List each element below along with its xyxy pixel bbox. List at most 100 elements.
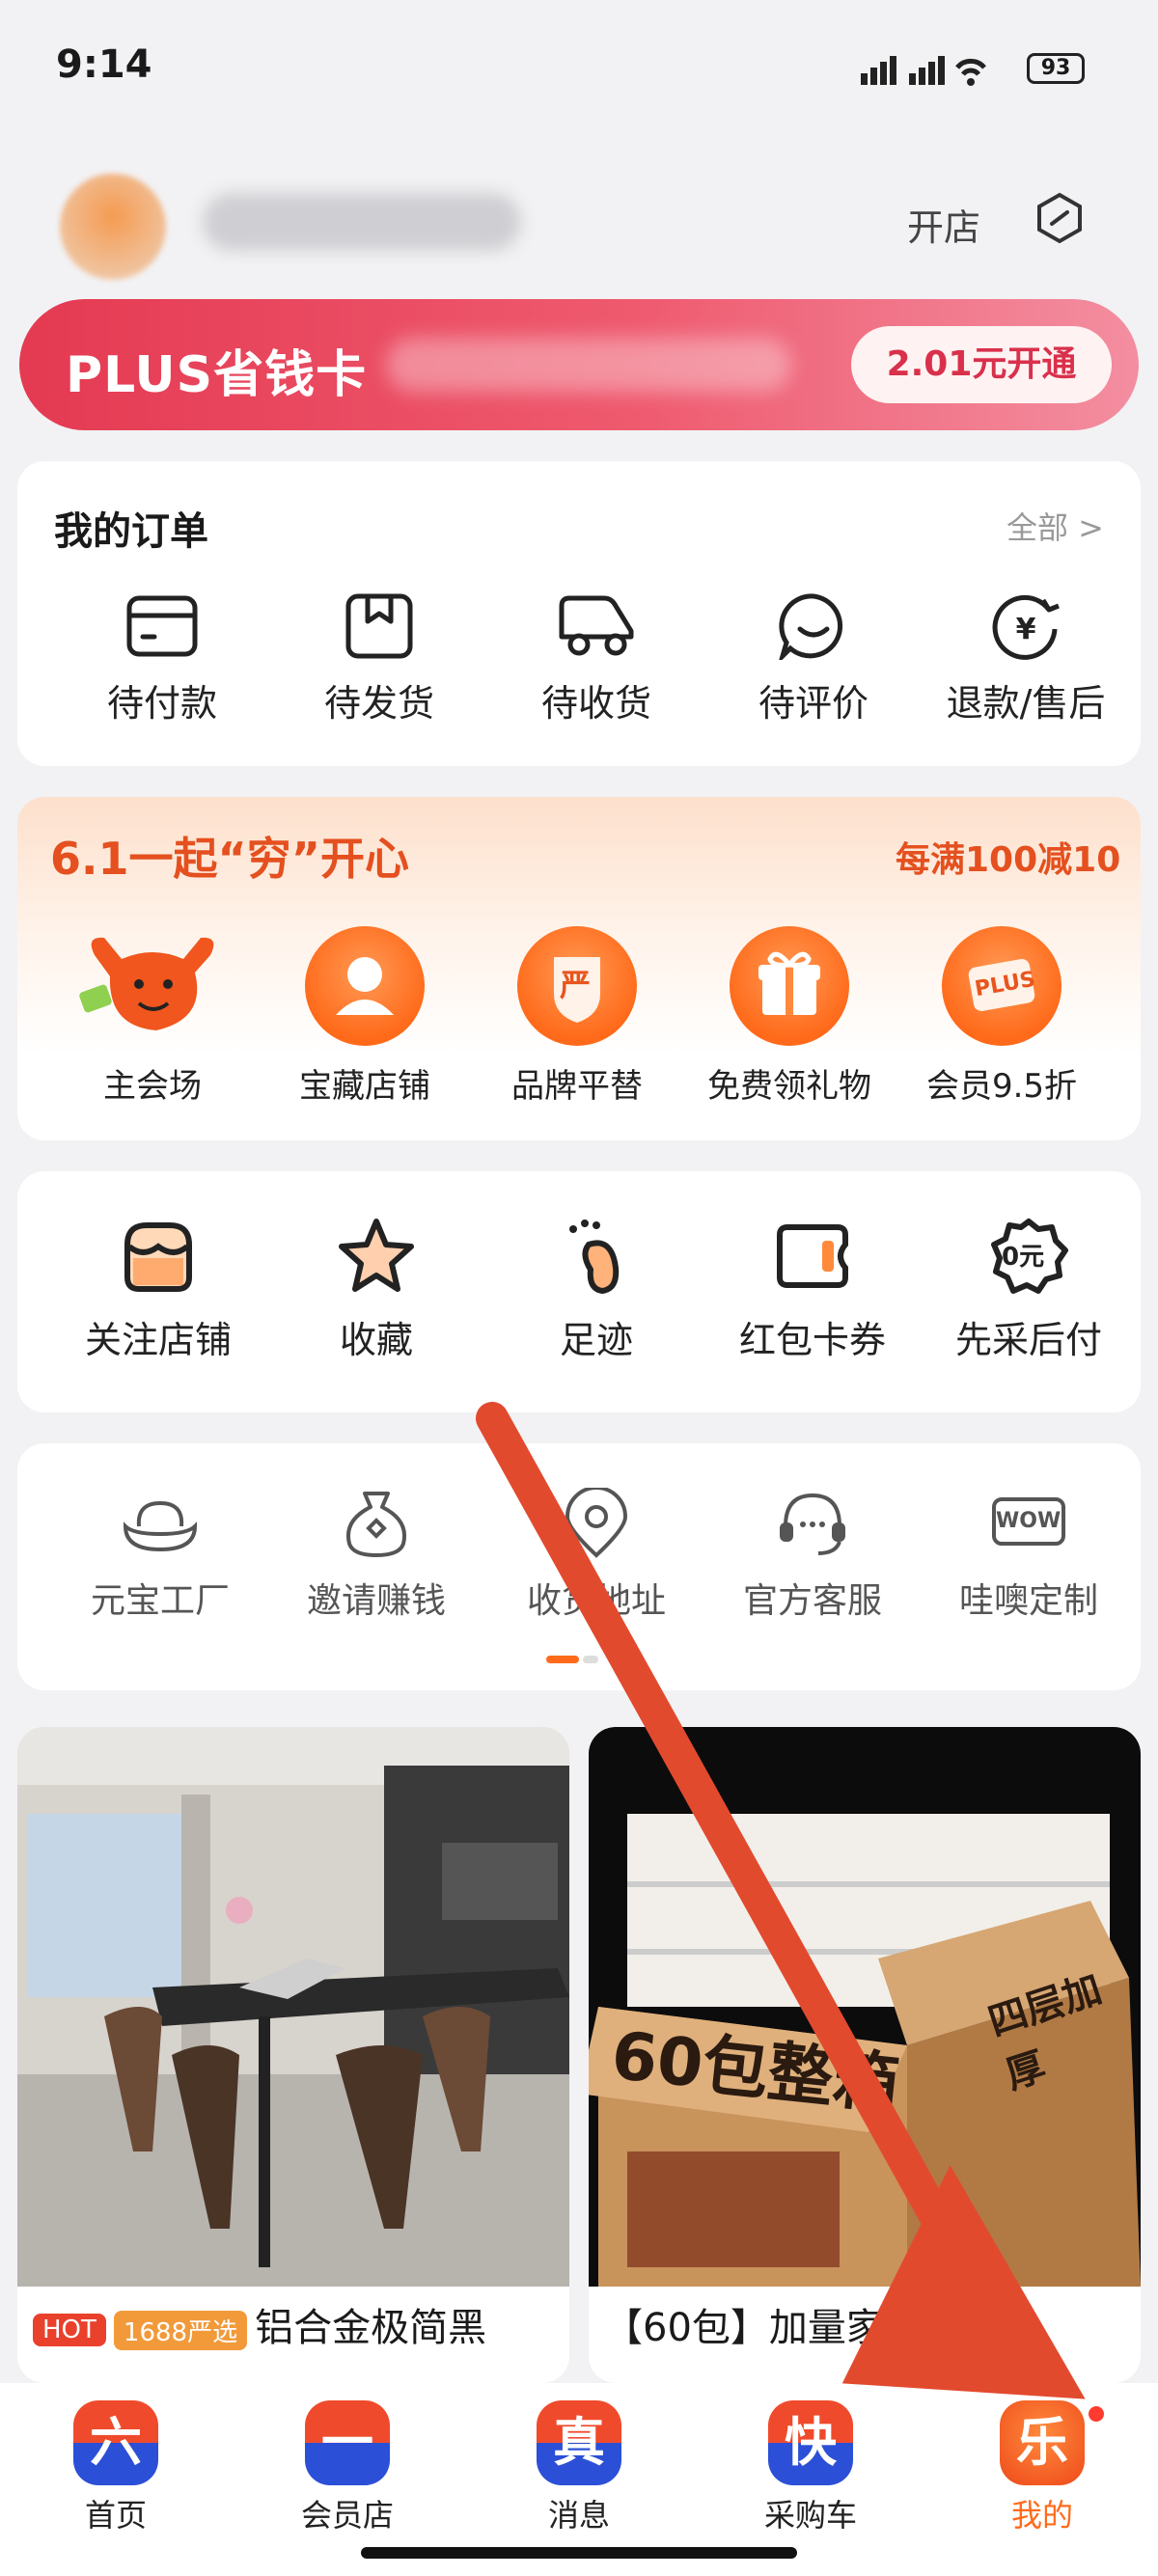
tab-messages[interactable]: 真 消息: [502, 2400, 656, 2535]
product-image-dining-room: [17, 1727, 569, 2287]
tool-followed-shops[interactable]: 关注店铺: [62, 1216, 255, 1363]
promo-label: 会员9.5折: [925, 1067, 1078, 1106]
tool-buy-now-pay-later[interactable]: 0元 先采后付: [932, 1216, 1125, 1363]
order-pending-receipt[interactable]: 待收货: [500, 592, 693, 726]
home-tab-icon: 六: [73, 2400, 158, 2485]
service-label: 收货地址: [526, 1581, 666, 1621]
package-icon: [345, 593, 413, 659]
settings-hex-icon[interactable]: [1033, 191, 1087, 245]
footprint-icon: [569, 1219, 620, 1295]
tab-label: 首页: [84, 2497, 147, 2534]
promo-card[interactable]: 6.1一起“穷”开心 每满100减10 主会场 宝藏店铺 严 品牌平替 免费领礼…: [17, 797, 1141, 1140]
tool-label: 足迹: [559, 1319, 633, 1361]
plus-card-icon: PLUS: [942, 926, 1062, 1046]
zero-yuan-glyph: 0元: [1002, 1243, 1045, 1272]
service-ingot-factory[interactable]: 元宝工厂: [64, 1488, 257, 1623]
tab-label: 会员店: [300, 2497, 394, 2534]
tool-favorites[interactable]: 收藏: [280, 1216, 473, 1363]
tool-coupons[interactable]: 红包卡券: [716, 1216, 909, 1363]
order-pending-review[interactable]: 待评价: [717, 592, 910, 726]
promo-treasure-shop[interactable]: 宝藏店铺: [268, 926, 461, 1107]
wow-glyph: WOW: [996, 1509, 1062, 1533]
shield-glyph: 严: [560, 967, 592, 1003]
tab-label: 消息: [547, 2497, 610, 2534]
order-label: 待付款: [106, 682, 217, 725]
promo-label: 免费领礼物: [707, 1067, 871, 1106]
product-title: 【60包】加量家用面: [604, 2306, 962, 2350]
messages-tab-icon: 真: [537, 2400, 621, 2485]
my-orders-card: 我的订单 全部 > 待付款 待发货 待收货 待评价 ¥ 退款/售后: [17, 461, 1141, 766]
promo-member-discount[interactable]: PLUS 会员9.5折: [905, 926, 1098, 1107]
tab-cart[interactable]: 快 采购车: [733, 2400, 888, 2535]
product-card[interactable]: 60包整箱 四层加厚 【60包】加量家用面: [589, 1727, 1141, 2383]
ingot-icon: [123, 1500, 198, 1552]
product-title: 铝合金极简黑: [255, 2306, 487, 2350]
order-label: 待评价: [758, 682, 868, 725]
promo-brand-alt[interactable]: 严 品牌平替: [481, 926, 674, 1107]
tab-label: 采购车: [763, 2497, 857, 2534]
promo-title: 6.1一起“穷”开心: [50, 833, 409, 885]
star-icon: [339, 1219, 414, 1292]
tab-me[interactable]: 乐 我的: [965, 2400, 1119, 2535]
tool-label: 收藏: [339, 1319, 413, 1361]
username-blurred: [203, 193, 521, 251]
promo-label: 主会场: [103, 1067, 202, 1106]
service-invite-earn[interactable]: 邀请赚钱: [280, 1488, 473, 1623]
order-pending-payment[interactable]: 待付款: [66, 592, 259, 726]
headset-icon: [780, 1493, 845, 1555]
bull-mascot-icon: [79, 937, 214, 1030]
battery-indicator: 93: [1027, 53, 1085, 84]
product-card[interactable]: HOT 1688严选 铝合金极简黑: [17, 1727, 569, 2383]
money-bag-icon: [346, 1492, 406, 1557]
plus-membership-banner[interactable]: PLUS省钱卡 2.01元开通: [19, 299, 1139, 430]
store-icon: [124, 1222, 192, 1292]
refund-yen-icon: ¥: [992, 594, 1060, 660]
plus-banner-title: PLUS省钱卡: [66, 346, 368, 404]
cart-tab-icon: 快: [768, 2400, 853, 2485]
tab-home[interactable]: 六 首页: [39, 2400, 193, 2535]
tool-label: 红包卡券: [738, 1319, 886, 1361]
person-icon: [305, 926, 425, 1046]
service-customer-support[interactable]: 官方客服: [716, 1488, 909, 1623]
promo-discount: 每满100减10: [896, 840, 1121, 880]
home-indicator: [361, 2547, 797, 2559]
status-bar: 9:14 93: [0, 0, 1158, 135]
service-label: 官方客服: [742, 1581, 882, 1621]
promo-label: 宝藏店铺: [299, 1067, 430, 1106]
me-tab-icon: 乐: [1000, 2400, 1085, 2485]
yanxuan-tag: 1688严选: [113, 2310, 248, 2350]
page-indicator-active: [546, 1656, 579, 1663]
services-card: 元宝工厂 邀请赚钱 收货地址 官方客服 WOW 哇噢定制: [17, 1443, 1141, 1690]
product-title-row: 【60包】加量家用面: [589, 2296, 1141, 2364]
status-time: 9:14: [56, 42, 152, 87]
tools-card: 关注店铺 收藏 足迹 红包卡券 0元 先采后付: [17, 1171, 1141, 1412]
order-refund-aftersale[interactable]: ¥ 退款/售后: [929, 592, 1122, 726]
tool-label: 关注店铺: [84, 1319, 232, 1361]
service-wow-custom[interactable]: WOW 哇噢定制: [932, 1488, 1125, 1623]
tool-label: 先采后付: [954, 1319, 1102, 1361]
order-pending-shipment[interactable]: 待发货: [283, 592, 476, 726]
service-label: 邀请赚钱: [306, 1581, 446, 1621]
plus-activate-button[interactable]: 2.01元开通: [851, 326, 1112, 403]
tab-member-store[interactable]: 一 会员店: [270, 2400, 425, 2535]
member-store-tab-icon: 一: [305, 2400, 390, 2485]
promo-main-venue[interactable]: 主会场: [56, 926, 249, 1107]
open-shop-link[interactable]: 开店: [907, 198, 980, 251]
smile-chat-icon: [779, 593, 843, 660]
promo-free-gift[interactable]: 免费领礼物: [693, 926, 886, 1107]
location-icon: [565, 1488, 628, 1558]
tab-label: 我的: [1010, 2497, 1073, 2534]
orders-all-link[interactable]: 全部 >: [1006, 504, 1104, 548]
wallet-icon: [126, 595, 198, 657]
promo-label: 品牌平替: [511, 1067, 643, 1106]
tool-footprints[interactable]: 足迹: [500, 1216, 693, 1363]
gift-icon: [730, 926, 849, 1046]
service-address[interactable]: 收货地址: [500, 1488, 693, 1623]
shield-yan-icon: 严: [517, 926, 637, 1046]
avatar[interactable]: [60, 174, 166, 280]
service-label: 哇噢定制: [958, 1581, 1098, 1621]
product-title-row: HOT 1688严选 铝合金极简黑: [17, 2296, 569, 2364]
order-label: 待发货: [323, 682, 434, 725]
order-label: 待收货: [540, 682, 651, 725]
hot-tag: HOT: [33, 2314, 106, 2346]
